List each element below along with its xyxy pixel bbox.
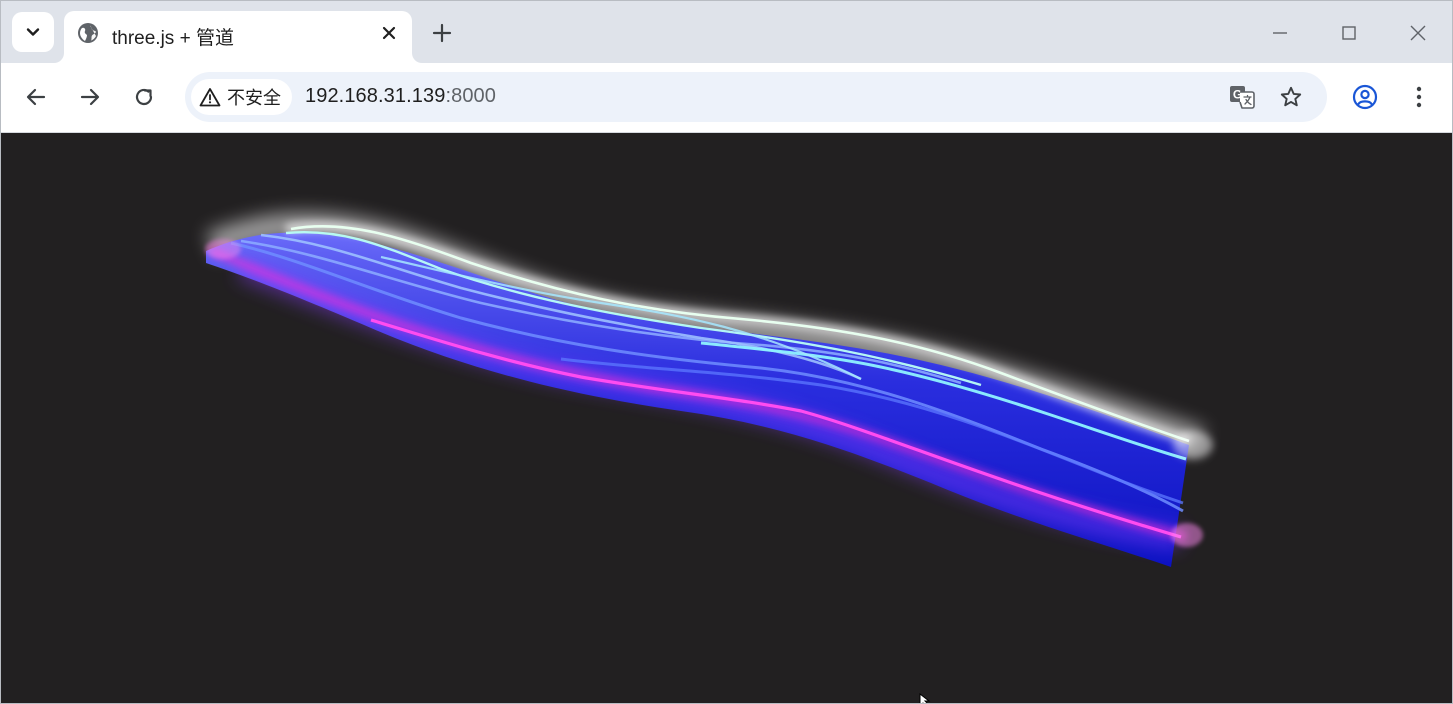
tab-close-button[interactable] (377, 21, 401, 45)
ribbon-right-top-glow (1173, 431, 1213, 459)
url-host: 192.168.31.139 (305, 85, 446, 107)
webgl-canvas[interactable] (1, 133, 1452, 703)
security-chip[interactable]: 不安全 (191, 79, 292, 115)
security-status-text: 不安全 (227, 88, 281, 108)
minimize-button[interactable] (1266, 19, 1294, 47)
minimize-icon (1273, 32, 1287, 34)
window-close-button[interactable] (1404, 19, 1432, 47)
arrow-left-icon (26, 88, 46, 106)
ribbon-right-end-glow (1171, 523, 1203, 547)
ribbon-left-end-glow (205, 239, 241, 259)
pipe-ribbon-scene (205, 212, 1213, 567)
maximize-icon (1342, 26, 1356, 40)
forward-button[interactable] (76, 83, 104, 111)
tab-search-button[interactable] (12, 12, 54, 52)
profile-button[interactable] (1351, 83, 1379, 111)
url-port: :8000 (445, 85, 496, 107)
browser-toolbar: 不安全 192.168.31.139:8000 G (1, 63, 1452, 133)
translate-icon: G (1230, 86, 1255, 109)
address-bar[interactable]: 不安全 192.168.31.139:8000 G (185, 72, 1327, 122)
warning-triangle-icon (199, 88, 221, 107)
maximize-button[interactable] (1335, 19, 1363, 47)
reload-icon (135, 88, 153, 106)
new-tab-button[interactable] (428, 19, 456, 47)
translate-button[interactable]: G (1228, 83, 1256, 111)
more-menu-button[interactable] (1405, 83, 1433, 111)
tab-strip: three.js + 管道 (1, 1, 1452, 63)
url-text[interactable]: 192.168.31.139:8000 (305, 85, 496, 108)
close-icon (1410, 25, 1426, 41)
more-vertical-icon (1416, 86, 1422, 108)
close-icon (382, 26, 396, 40)
reload-button[interactable] (130, 83, 158, 111)
plus-icon (432, 23, 452, 43)
arrow-right-icon (80, 88, 100, 106)
mouse-cursor-icon (919, 693, 931, 703)
back-button[interactable] (22, 83, 50, 111)
account-circle-icon (1352, 84, 1378, 110)
chevron-down-icon (26, 28, 40, 36)
globe-icon (78, 23, 98, 43)
tab-active[interactable]: three.js + 管道 (64, 11, 412, 63)
tab-title: three.js + 管道 (112, 28, 234, 49)
browser-window: three.js + 管道 不安全 192.168.31.139:8000 G (0, 0, 1453, 704)
bookmark-button[interactable] (1277, 83, 1305, 111)
star-icon (1280, 86, 1302, 107)
